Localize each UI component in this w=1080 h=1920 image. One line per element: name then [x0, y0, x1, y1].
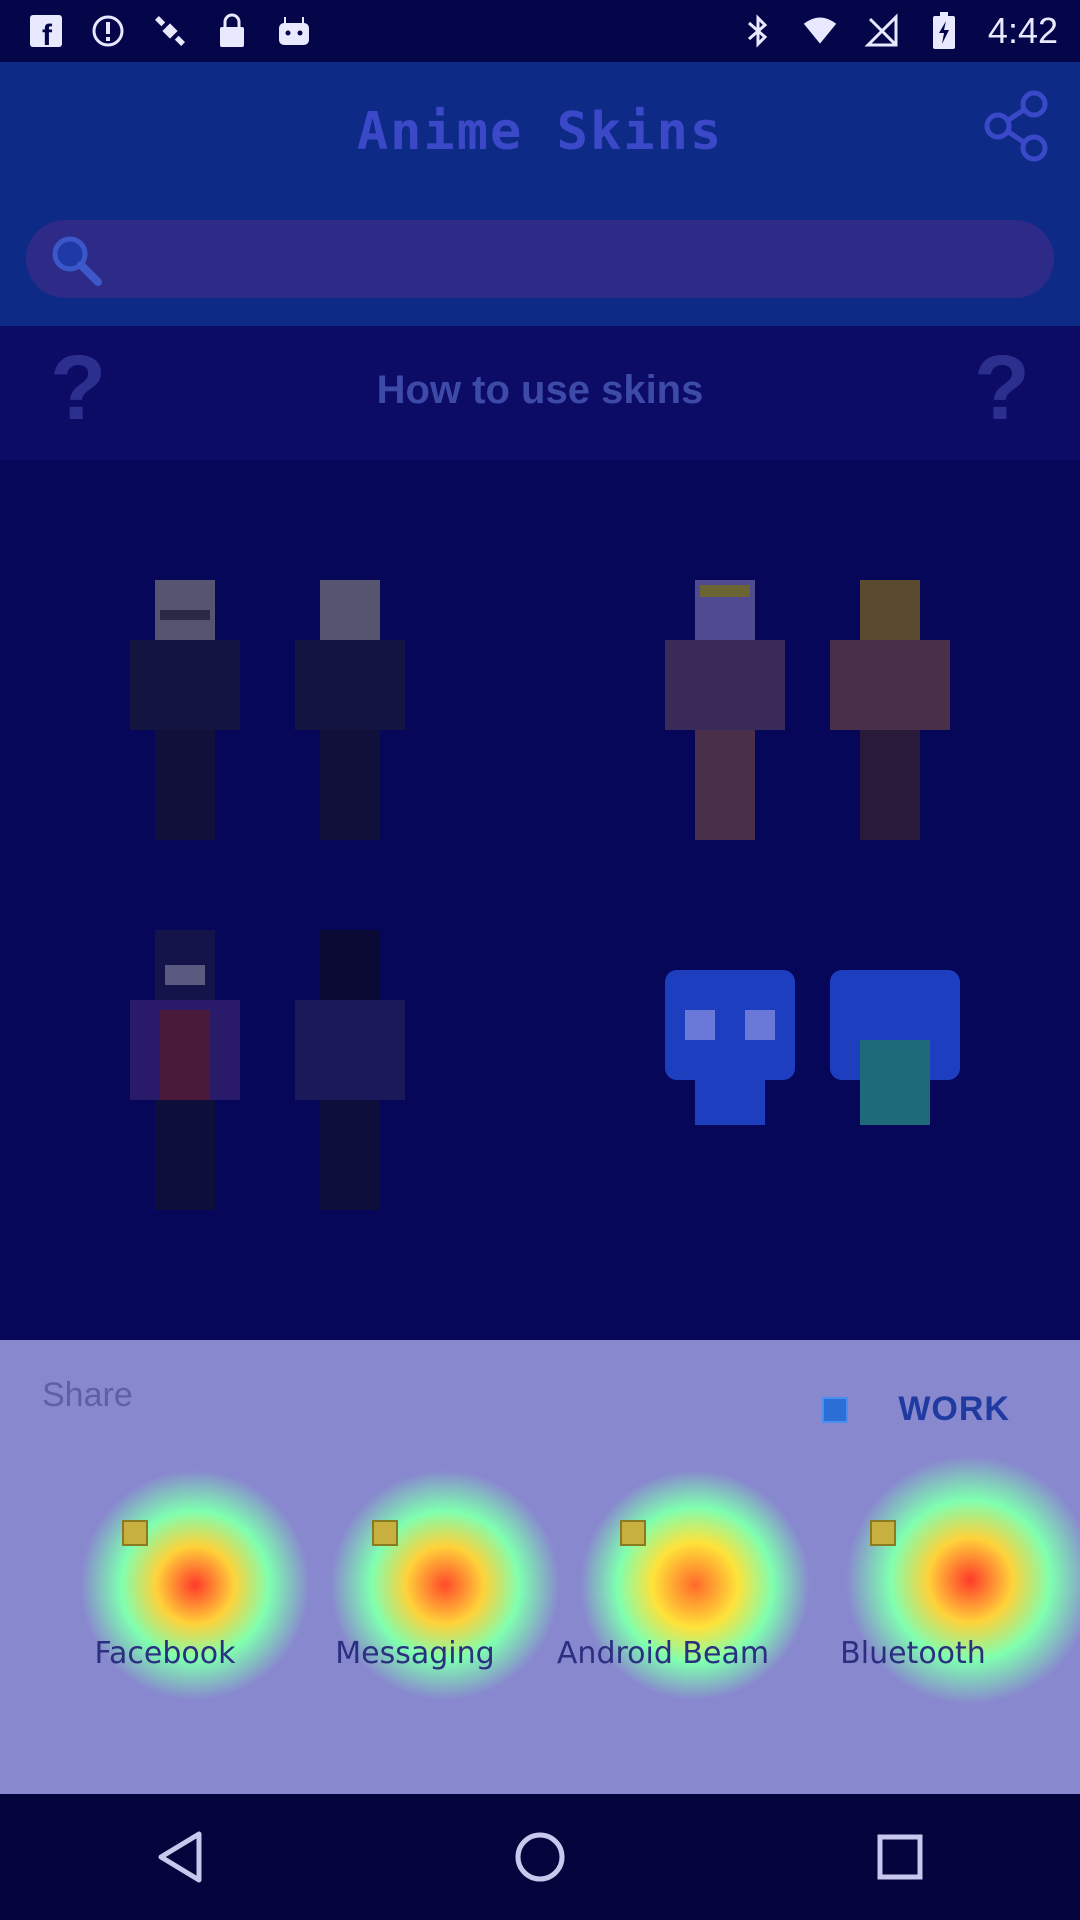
- skin-card[interactable]: [90, 540, 460, 870]
- share-heading: Share: [42, 1376, 133, 1414]
- skin-card[interactable]: [90, 910, 460, 1240]
- skin-card[interactable]: [620, 540, 990, 870]
- search-input[interactable]: [26, 220, 1054, 298]
- no-signal-icon: [864, 13, 900, 49]
- profile-tab-work[interactable]: WORK: [822, 1390, 1010, 1429]
- skin-card[interactable]: [620, 910, 990, 1240]
- share-target-android-beam[interactable]: Android Beam: [548, 1520, 778, 1671]
- status-bar: f 4:42: [0, 0, 1080, 62]
- skin-card[interactable]: [90, 1280, 460, 1340]
- back-icon[interactable]: [140, 1817, 220, 1897]
- facebook-icon: [122, 1520, 148, 1546]
- home-icon[interactable]: [500, 1817, 580, 1897]
- share-sheet: Share WORK Facebook Messaging Android Be…: [0, 1340, 1080, 1794]
- bluetooth-icon: [740, 13, 776, 49]
- android-icon: [276, 13, 312, 49]
- battery-charging-icon: [926, 12, 962, 49]
- search-icon: [48, 232, 104, 288]
- alert-circle-icon: [90, 13, 126, 49]
- share-target-label: Facebook: [94, 1636, 236, 1671]
- svg-text:f: f: [42, 19, 53, 48]
- share-target-label: Android Beam: [556, 1636, 770, 1671]
- app-bar: Anime Skins: [0, 62, 1080, 326]
- clock: 4:42: [987, 10, 1058, 51]
- satellite-icon: [152, 13, 188, 49]
- help-row[interactable]: ? How to use skins ?: [0, 326, 1080, 460]
- android-beam-icon: [620, 1520, 646, 1546]
- skins-grid: [0, 460, 1080, 1340]
- wifi-icon: [802, 13, 838, 49]
- skin-card[interactable]: [620, 1280, 990, 1340]
- share-target-facebook[interactable]: Facebook: [50, 1520, 280, 1671]
- skin-preview: [130, 930, 405, 1210]
- question-mark-icon: ?: [973, 337, 1030, 439]
- app-title: Anime Skins: [356, 102, 724, 162]
- skin-preview: [130, 580, 405, 840]
- skin-card[interactable]: [620, 460, 990, 500]
- share-target-bluetooth[interactable]: Bluetooth: [798, 1520, 1028, 1671]
- share-target-messaging[interactable]: Messaging: [300, 1520, 530, 1671]
- skin-preview: [665, 580, 950, 840]
- facebook-icon: f: [28, 13, 64, 49]
- share-icon[interactable]: [980, 90, 1052, 162]
- work-tab-label: WORK: [898, 1390, 1010, 1428]
- bluetooth-icon: [870, 1520, 896, 1546]
- skin-preview: [665, 970, 960, 1125]
- recents-icon[interactable]: [860, 1817, 940, 1897]
- share-target-label: Messaging: [335, 1636, 495, 1671]
- share-target-label: Bluetooth: [840, 1636, 986, 1671]
- navigation-bar: [0, 1794, 1080, 1920]
- work-badge-icon: [822, 1396, 849, 1423]
- messaging-icon: [372, 1520, 398, 1546]
- help-label: How to use skins: [376, 368, 704, 412]
- skin-card[interactable]: [90, 460, 460, 500]
- lock-icon: [214, 13, 250, 49]
